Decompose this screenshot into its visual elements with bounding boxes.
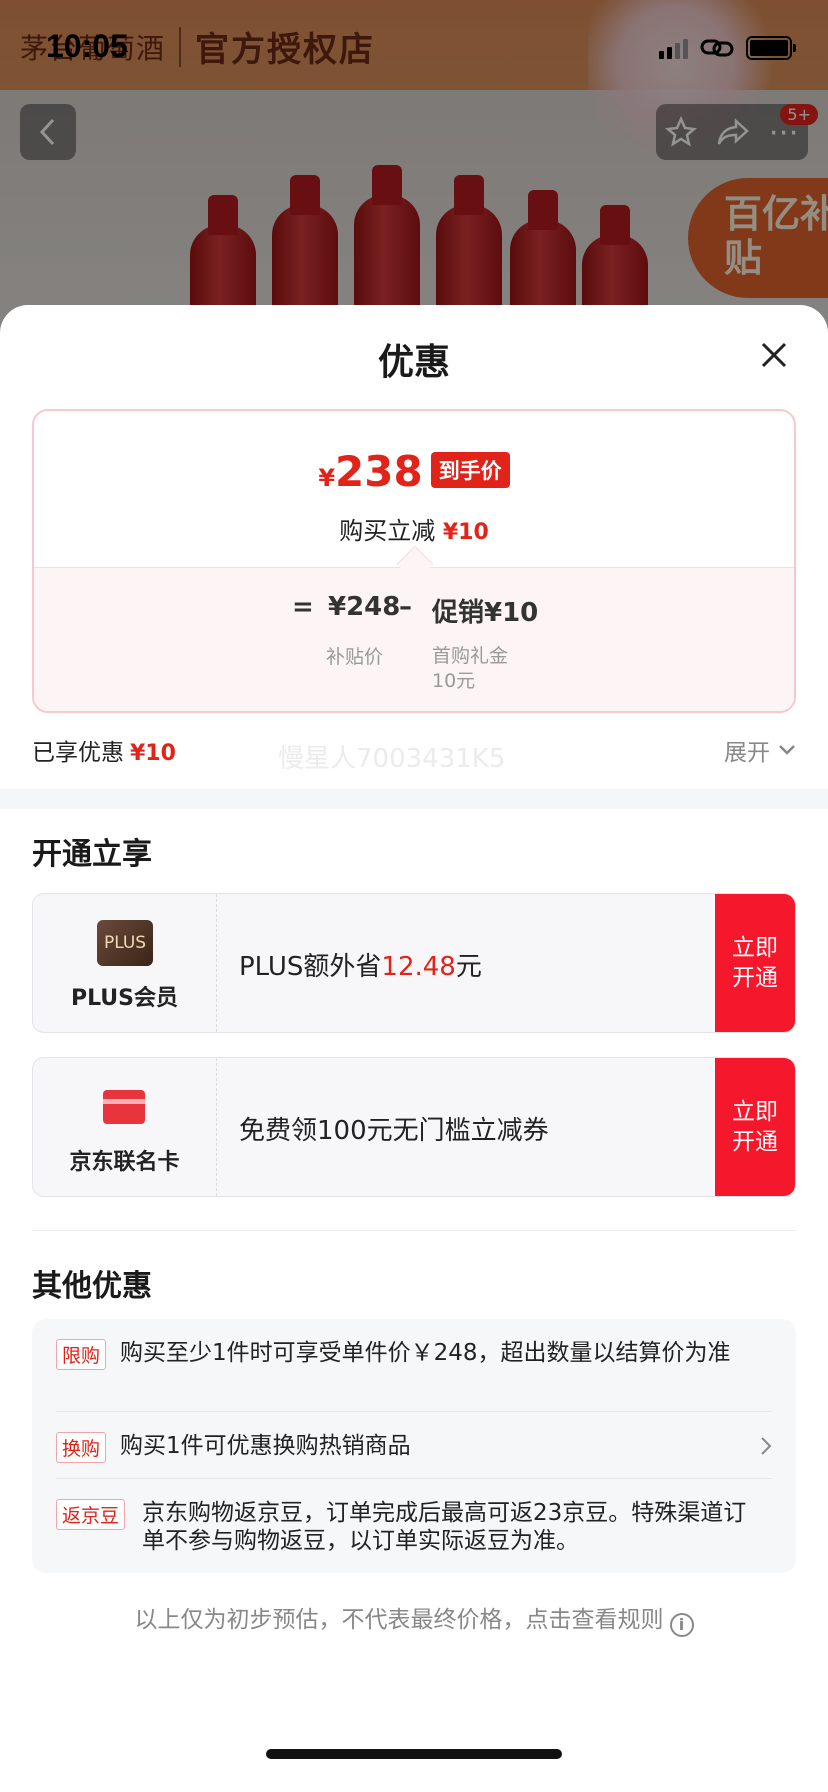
- close-icon[interactable]: [754, 335, 794, 375]
- battery-icon: [746, 36, 796, 60]
- plus-card: PLUS PLUS会员 PLUS额外省12.48元 立即开通: [32, 893, 796, 1033]
- open-section-title: 开通立享: [32, 837, 152, 872]
- status-bar: 10:05: [0, 0, 828, 100]
- price-formula: = ¥248 – 促销¥10 补贴价 首购礼金 10元: [34, 567, 794, 711]
- limit-tag: 限购: [56, 1339, 107, 1370]
- signal-icon: [659, 37, 688, 59]
- discount-summary: 购买立减 ¥10: [339, 517, 489, 545]
- chevron-right-icon: [761, 1437, 772, 1455]
- credit-card-icon: [103, 1090, 145, 1124]
- plus-open-button[interactable]: 立即开通: [715, 894, 795, 1032]
- final-price-value: 238: [335, 447, 423, 496]
- footer-note[interactable]: 以上仅为初步预估，不代表最终价格，点击查看规则 i: [0, 1600, 828, 1637]
- list-item: 限购 购买至少1件时可享受单件价￥248，超出数量以结算价为准: [56, 1339, 772, 1399]
- jd-card-text: 免费领100元无门槛立减券: [239, 1116, 549, 1146]
- promo-detail: 首购礼金 10元: [432, 645, 509, 692]
- link-icon: [700, 39, 734, 57]
- others-section-title: 其他优惠: [32, 1269, 152, 1304]
- price-breakdown: ¥238 到手价 购买立减 ¥10 = ¥248 – 促销¥10 补贴价 首购礼金…: [32, 409, 796, 713]
- jd-card: 京东联名卡 免费领100元无门槛立减券 立即开通: [32, 1057, 796, 1197]
- saved-amount: ¥10: [130, 741, 176, 766]
- jd-card-open-button[interactable]: 立即开通: [715, 1058, 795, 1196]
- plus-icon: PLUS: [97, 920, 153, 966]
- list-item: 返京豆 京东购物返京豆，订单完成后最高可返23京豆。特殊渠道订单不参与购物返豆，…: [56, 1499, 772, 1559]
- jd-card-name: 京东联名卡: [69, 1150, 180, 1175]
- status-time: 10:05: [46, 28, 128, 64]
- base-price-label: 补贴价: [326, 646, 384, 668]
- chevron-down-icon: [779, 745, 795, 755]
- watermark: 慢星人7003431K5: [278, 744, 506, 774]
- home-indicator: [266, 1749, 562, 1759]
- final-price-tag: 到手价: [430, 452, 510, 488]
- beans-tag: 返京豆: [56, 1499, 126, 1530]
- discount-sheet: 优惠 ¥238 到手价 购买立减 ¥10 = ¥248 – 促销¥10 补贴价 首…: [0, 305, 828, 1792]
- base-price: ¥248: [328, 592, 401, 622]
- exchange-tag: 换购: [56, 1432, 107, 1463]
- info-icon: i: [669, 1613, 694, 1637]
- promo-amount: 促销¥10: [432, 598, 539, 628]
- other-offers: 限购 购买至少1件时可享受单件价￥248，超出数量以结算价为准 换购 购买1件可…: [32, 1319, 796, 1573]
- plus-card-text: PLUS额外省12.48元: [239, 952, 482, 982]
- plus-card-name: PLUS会员: [70, 986, 179, 1011]
- sheet-title: 优惠: [377, 342, 450, 383]
- expand-button[interactable]: 展开: [724, 733, 796, 767]
- final-price: ¥238 到手价: [34, 447, 794, 496]
- list-item[interactable]: 换购 购买1件可优惠换购热销商品: [56, 1432, 772, 1464]
